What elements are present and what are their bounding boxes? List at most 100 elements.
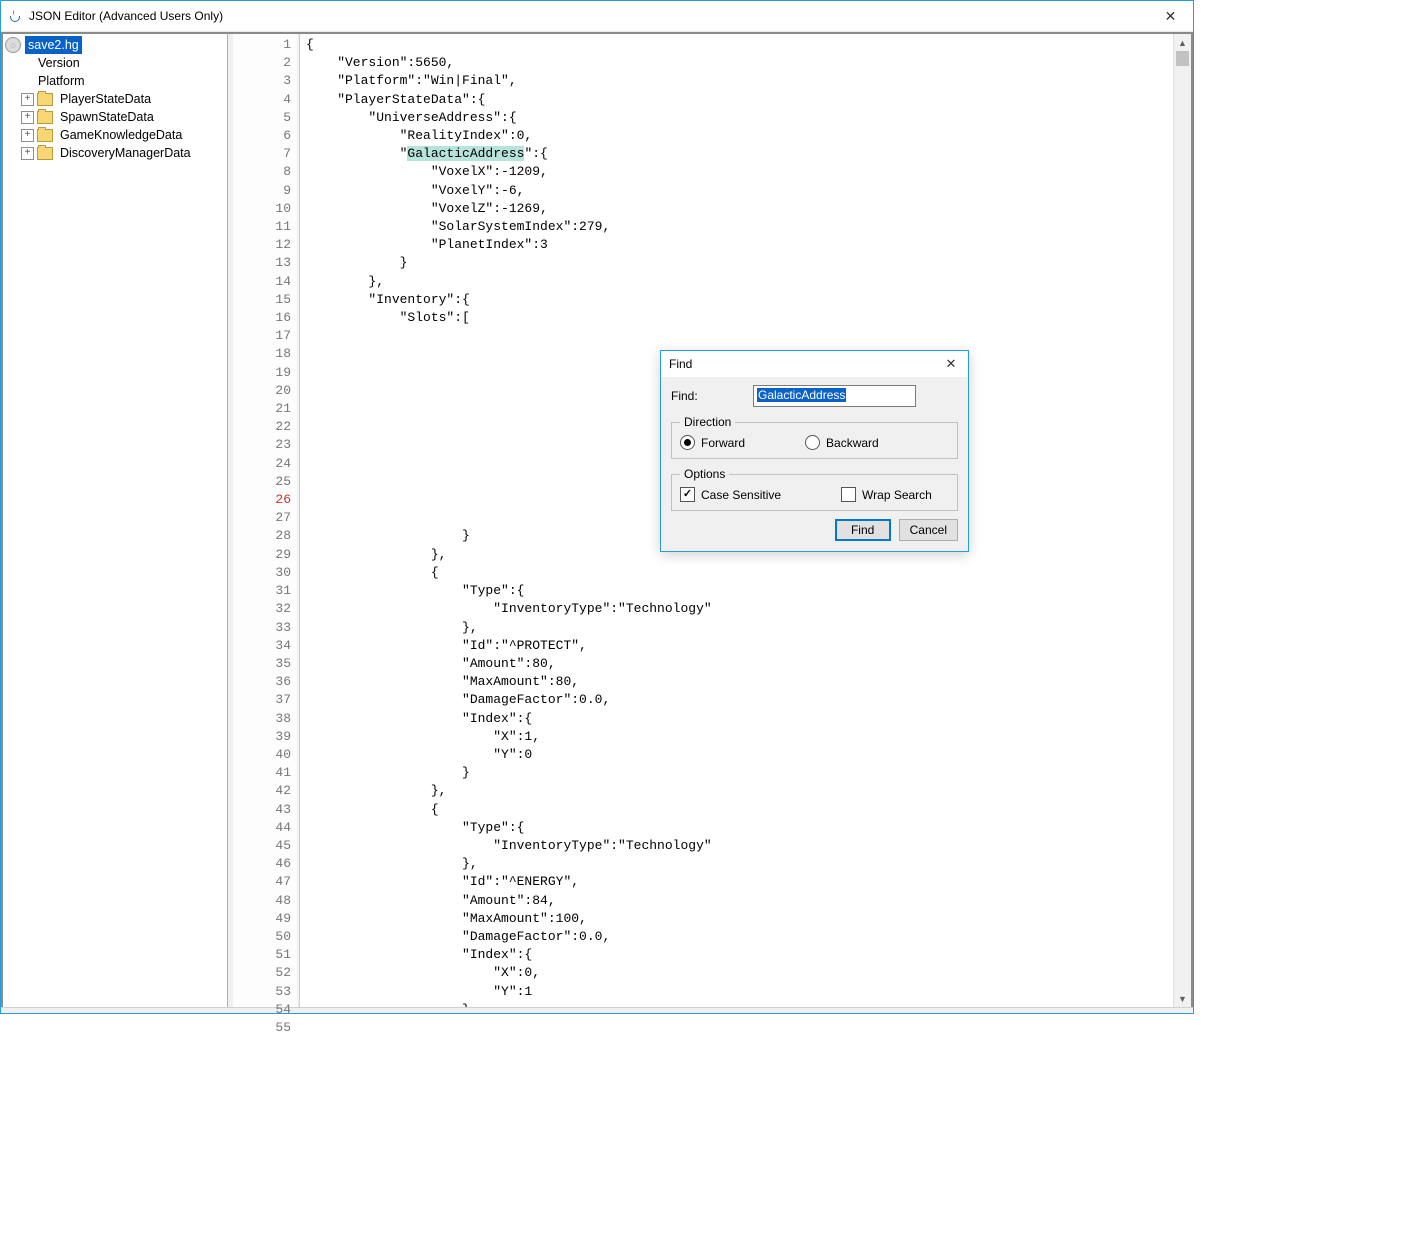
window-close-button[interactable]: ✕ <box>1148 2 1193 31</box>
wrap-search-label: Wrap Search <box>862 488 932 502</box>
line-number: 17 <box>233 327 291 345</box>
line-number: 55 <box>233 1019 291 1037</box>
tree-item[interactable]: SpawnStateData <box>5 108 227 126</box>
line-number: 21 <box>233 400 291 418</box>
line-number: 10 <box>233 200 291 218</box>
wrap-search-checkbox[interactable]: Wrap Search <box>841 487 932 502</box>
code-line: "VoxelY":-6, <box>306 182 1173 200</box>
cancel-button[interactable]: Cancel <box>899 519 958 541</box>
code-line: "VoxelZ":-1269, <box>306 200 1173 218</box>
code-line: "MaxAmount":100, <box>306 910 1173 928</box>
app-window: JSON Editor (Advanced Users Only) ✕ ◌ sa… <box>0 0 1194 1014</box>
scroll-up-arrow[interactable]: ▲ <box>1174 34 1191 51</box>
code-line: "InventoryType":"Technology" <box>306 837 1173 855</box>
line-number: 54 <box>233 1001 291 1019</box>
line-number: 3 <box>233 72 291 90</box>
tree-item-label: GameKnowledgeData <box>57 126 185 144</box>
folder-icon <box>37 93 53 106</box>
radio-dot-icon <box>805 435 820 450</box>
find-button[interactable]: Find <box>835 519 891 541</box>
case-sensitive-checkbox[interactable]: Case Sensitive <box>680 487 781 502</box>
direction-group: Direction Forward Backward <box>671 415 958 459</box>
line-number: 12 <box>233 236 291 254</box>
code-line: { <box>306 36 1173 54</box>
line-number: 15 <box>233 291 291 309</box>
find-input[interactable] <box>753 385 916 407</box>
direction-legend: Direction <box>680 415 735 429</box>
find-dialog-titlebar[interactable]: Find ✕ <box>661 351 968 377</box>
line-number: 23 <box>233 436 291 454</box>
line-number: 27 <box>233 509 291 527</box>
expand-icon[interactable] <box>21 111 34 124</box>
code-line: "PlayerStateData":{ <box>306 91 1173 109</box>
code-line: "InventoryType":"Technology" <box>306 600 1173 618</box>
code-line: "Type":{ <box>306 819 1173 837</box>
direction-forward-radio[interactable]: Forward <box>680 435 745 450</box>
line-number: 18 <box>233 345 291 363</box>
code-line: "Y":1 <box>306 983 1173 1001</box>
line-number: 5 <box>233 109 291 127</box>
find-dialog-close-button[interactable]: ✕ <box>940 356 962 372</box>
code-line: } <box>306 254 1173 272</box>
line-number: 47 <box>233 873 291 891</box>
vertical-scrollbar[interactable]: ▲ ▼ <box>1173 34 1191 1007</box>
options-legend: Options <box>680 467 729 481</box>
line-number: 41 <box>233 764 291 782</box>
line-number: 20 <box>233 382 291 400</box>
expand-icon[interactable] <box>21 147 34 160</box>
code-line: "X":1, <box>306 728 1173 746</box>
line-number: 40 <box>233 746 291 764</box>
window-title: JSON Editor (Advanced Users Only) <box>29 9 223 23</box>
tree-item[interactable]: Version <box>5 54 227 72</box>
line-number: 1 <box>233 36 291 54</box>
code-line: "GalacticAddress":{ <box>306 145 1173 163</box>
tree-item-label: PlayerStateData <box>57 90 154 108</box>
code-line: }, <box>306 273 1173 291</box>
line-number: 49 <box>233 910 291 928</box>
tree-root-label: save2.hg <box>25 36 82 54</box>
line-number: 50 <box>233 928 291 946</box>
line-number: 6 <box>233 127 291 145</box>
folder-icon <box>37 147 53 160</box>
tree-item-label: DiscoveryManagerData <box>57 144 194 162</box>
code-line: "MaxAmount":80, <box>306 673 1173 691</box>
code-line: }, <box>306 855 1173 873</box>
code-line: "Version":5650, <box>306 54 1173 72</box>
line-number: 42 <box>233 782 291 800</box>
code-line: "UniverseAddress":{ <box>306 109 1173 127</box>
code-line: "Amount":84, <box>306 892 1173 910</box>
line-number: 38 <box>233 710 291 728</box>
scroll-down-arrow[interactable]: ▼ <box>1174 990 1191 1007</box>
line-number: 46 <box>233 855 291 873</box>
code-line: "Index":{ <box>306 946 1173 964</box>
line-number: 35 <box>233 655 291 673</box>
line-number: 34 <box>233 637 291 655</box>
radio-dot-icon <box>680 435 695 450</box>
case-sensitive-label: Case Sensitive <box>701 488 781 502</box>
find-dialog: Find ✕ Find: GalacticAddress Direction <box>660 350 969 552</box>
line-number: 33 <box>233 619 291 637</box>
code-line: } <box>306 764 1173 782</box>
line-number: 43 <box>233 801 291 819</box>
code-line: "Inventory":{ <box>306 291 1173 309</box>
titlebar[interactable]: JSON Editor (Advanced Users Only) ✕ <box>1 1 1193 32</box>
direction-backward-radio[interactable]: Backward <box>805 435 879 450</box>
line-number: 31 <box>233 582 291 600</box>
tree-root[interactable]: ◌ save2.hg <box>5 36 227 54</box>
tree-item[interactable]: GameKnowledgeData <box>5 126 227 144</box>
direction-forward-label: Forward <box>701 436 745 450</box>
line-number: 45 <box>233 837 291 855</box>
tree-item[interactable]: DiscoveryManagerData <box>5 144 227 162</box>
code-line: "RealityIndex":0, <box>306 127 1173 145</box>
folder-icon <box>37 129 53 142</box>
expand-icon[interactable] <box>21 93 34 106</box>
tree-item[interactable]: Platform <box>5 72 227 90</box>
code-line: "Type":{ <box>306 582 1173 600</box>
line-number-gutter: 1234567891011121314151617181920212223242… <box>233 34 300 1007</box>
java-icon <box>7 8 23 24</box>
expand-icon[interactable] <box>21 129 34 142</box>
scroll-thumb[interactable] <box>1176 51 1189 66</box>
tree-item[interactable]: PlayerStateData <box>5 90 227 108</box>
tree[interactable]: ◌ save2.hg VersionPlatformPlayerStateDat… <box>5 36 227 162</box>
line-number: 4 <box>233 91 291 109</box>
